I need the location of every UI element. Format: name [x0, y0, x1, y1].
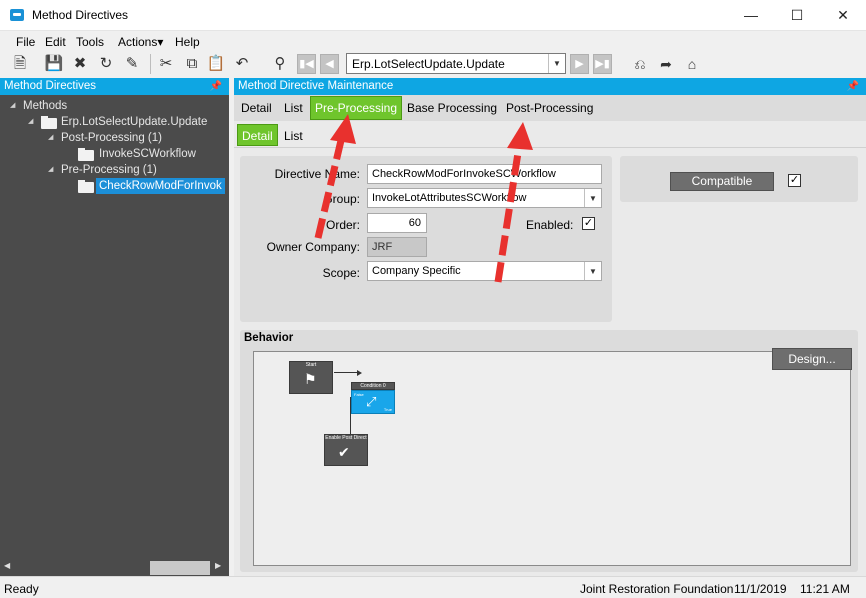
status-company: Joint Restoration Foundation [580, 582, 734, 596]
status-date: 11/1/2019 [734, 582, 787, 596]
status-text: Ready [4, 582, 39, 596]
annotation-arrows [314, 114, 533, 283]
arrow-to-post-processing [494, 122, 533, 283]
status-time: 11:21 AM [800, 582, 850, 596]
status-bar: Ready Joint Restoration Foundation 11/1/… [0, 576, 866, 598]
arrow-to-pre-processing [314, 114, 356, 239]
